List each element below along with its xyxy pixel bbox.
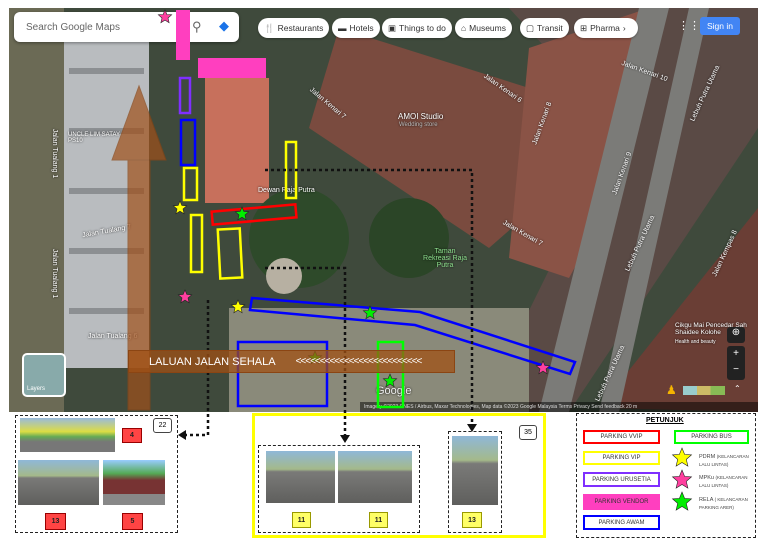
parking-photo xyxy=(103,460,165,505)
legend-pdrm: PDRM (KELANCARAN LALU LINTAS) xyxy=(699,453,754,469)
parking-urusetia-zone xyxy=(178,76,192,115)
legend-rela: RELA ( KELANCARAN PARKING ARER) xyxy=(699,496,754,512)
parking-vip-zone xyxy=(216,227,244,280)
parking-photo xyxy=(20,418,115,452)
parking-vip-zone xyxy=(182,166,199,202)
count-badge: 35 xyxy=(519,425,537,440)
legend-mpku: MPKu (KELANCARAN LALU LINTAS) xyxy=(699,474,754,490)
label-tag: 5 xyxy=(122,513,143,530)
banner-arrows: <<<<<<<<<<<<<<<<<<<<<<<<<< xyxy=(295,356,423,367)
legend-parking-urusetia: PARKING URUSETIA xyxy=(583,472,660,487)
marshal-star-mpku xyxy=(177,289,193,304)
legend-star-name: RELA xyxy=(699,497,714,503)
legend-title: PETUNJUK xyxy=(646,417,684,424)
parking-photo xyxy=(452,436,498,505)
parking-photo xyxy=(18,460,99,505)
label-tag: 11 xyxy=(292,512,311,528)
parking-photo xyxy=(338,451,412,503)
parking-vendor-zone xyxy=(198,58,266,78)
marshal-star-rela xyxy=(382,373,398,388)
banner-title: LALUAN JALAN SEHALA xyxy=(149,355,276,368)
legend-parking-bus: PARKING BUS xyxy=(674,430,749,444)
legend-star-name: PDRM xyxy=(699,454,716,460)
label-tag: 13 xyxy=(45,513,66,530)
marshal-star-pdrm xyxy=(230,299,246,314)
marshal-star-pdrm xyxy=(172,200,188,215)
label-tag: 11 xyxy=(369,512,388,528)
label-tag: 4 xyxy=(122,428,142,443)
parking-vip-zone xyxy=(189,213,204,274)
count-badge: 22 xyxy=(153,418,172,433)
parking-vendor-zone xyxy=(176,10,190,60)
legend-parking-vip: PARKING VIP xyxy=(583,451,660,465)
arrowhead xyxy=(178,430,186,440)
parking-vvip-zone xyxy=(210,203,298,226)
legend-parking-awam: PARKING AWAM xyxy=(583,515,660,530)
parking-awam-zone xyxy=(179,118,197,167)
label-tag: 13 xyxy=(462,512,482,528)
legend-star-name: MPKu xyxy=(699,475,714,481)
legend-parking-vendor: PARKING VENDOR xyxy=(583,494,660,510)
legend-parking-vvip: PARKING VVIP xyxy=(583,430,660,444)
parking-photo xyxy=(266,451,335,503)
marshal-star-mpku xyxy=(157,9,173,24)
one-way-route-banner: LALUAN JALAN SEHALA <<<<<<<<<<<<<<<<<<<<… xyxy=(128,350,455,373)
